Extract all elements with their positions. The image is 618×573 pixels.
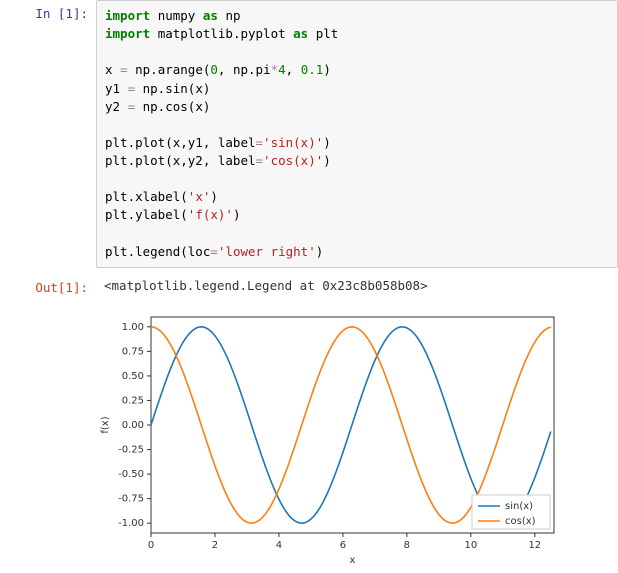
y-tick-label: -0.25 (118, 444, 144, 455)
x-tick-label: 2 (212, 540, 218, 551)
x-tick-label: 8 (404, 540, 410, 551)
code-token: matplotlib.pyplot (158, 26, 286, 41)
code-token: as (203, 8, 218, 23)
code-token: 4 (278, 62, 286, 77)
code-input-area[interactable]: import numpy as np import matplotlib.pyp… (96, 0, 618, 268)
code-token: ) (316, 244, 324, 259)
x-tick-label: 10 (464, 540, 477, 551)
output-prompt: Out[1]: (0, 274, 96, 301)
code-token: = (256, 153, 264, 168)
code-token: 0 (210, 62, 218, 77)
y-tick-label: -1.00 (118, 518, 144, 529)
code-token: , (286, 62, 301, 77)
code-token: np.sin(x) (135, 81, 210, 96)
code-token: y1 (105, 81, 128, 96)
input-cell: In [1]: import numpy as np import matplo… (0, 0, 618, 268)
code-token: ) (233, 207, 241, 222)
code-token: = (256, 135, 264, 150)
code-token: 'lower right' (218, 244, 316, 259)
code-token: import (105, 26, 150, 41)
x-tick-label: 12 (528, 540, 541, 551)
y-tick-label: 0.25 (122, 395, 144, 406)
chart-output: 0 2 4 6 8 10 12 -1.00 -0.75 -0.50 -0.25 0.00 0.25 0.5… (0, 301, 618, 573)
code-token: ) (323, 153, 331, 168)
code-token: np (225, 8, 240, 23)
code-token: ) (323, 62, 331, 77)
legend-label: cos(x) (505, 516, 536, 527)
code-token: import (105, 8, 150, 23)
code-token: numpy (158, 8, 196, 23)
x-tick-label: 6 (340, 540, 346, 551)
x-axis-label: x (350, 555, 356, 566)
code-token: plt.plot(x,y1, label (105, 135, 256, 150)
code-token: , np.pi (218, 62, 271, 77)
y-tick-label: -0.50 (118, 469, 144, 480)
code-token: 'sin(x)' (263, 135, 323, 150)
code-token: y2 (105, 99, 128, 114)
code-token: ) (210, 189, 218, 204)
y-tick-label: 0.50 (122, 371, 144, 382)
code-token: 'x' (188, 189, 211, 204)
y-tick-label: 0.75 (122, 346, 144, 357)
output-text: <matplotlib.legend.Legend at 0x23c8b058b… (96, 274, 618, 299)
legend-label: sin(x) (505, 501, 533, 512)
code-token: plt (316, 26, 339, 41)
series-cos(x) (151, 327, 551, 523)
x-tick-label: 0 (148, 540, 154, 551)
code-token: plt.xlabel( (105, 189, 188, 204)
y-axis-label: f(x) (100, 416, 111, 433)
code-token: plt.legend(loc (105, 244, 210, 259)
series-sin(x) (151, 327, 551, 523)
code-token: plt.ylabel( (105, 207, 188, 222)
x-tick-label: 4 (276, 540, 282, 551)
code-token: ) (323, 135, 331, 150)
code-token: 0.1 (301, 62, 324, 77)
code-token: np.cos(x) (135, 99, 210, 114)
input-prompt: In [1]: (0, 0, 96, 27)
y-tick-label: -0.75 (118, 493, 144, 504)
code-token: x (105, 62, 120, 77)
code-token: = (210, 244, 218, 259)
code-token: = (128, 81, 136, 96)
line-chart: 0 2 4 6 8 10 12 -1.00 -0.75 -0.50 -0.25 0.00 0.25 0.5… (96, 307, 566, 567)
code-token: 'cos(x)' (263, 153, 323, 168)
output-cell: Out[1]: <matplotlib.legend.Legend at 0x2… (0, 274, 618, 301)
code-token: plt.plot(x,y2, label (105, 153, 256, 168)
y-tick-label: 0.00 (122, 420, 144, 431)
y-tick-label: 1.00 (122, 322, 144, 333)
code-token: np.arange( (128, 62, 211, 77)
code-token: = (120, 62, 128, 77)
code-token: 'f(x)' (188, 207, 233, 222)
code-token: * (271, 62, 279, 77)
code-token: = (128, 99, 136, 114)
code-token: as (293, 26, 308, 41)
